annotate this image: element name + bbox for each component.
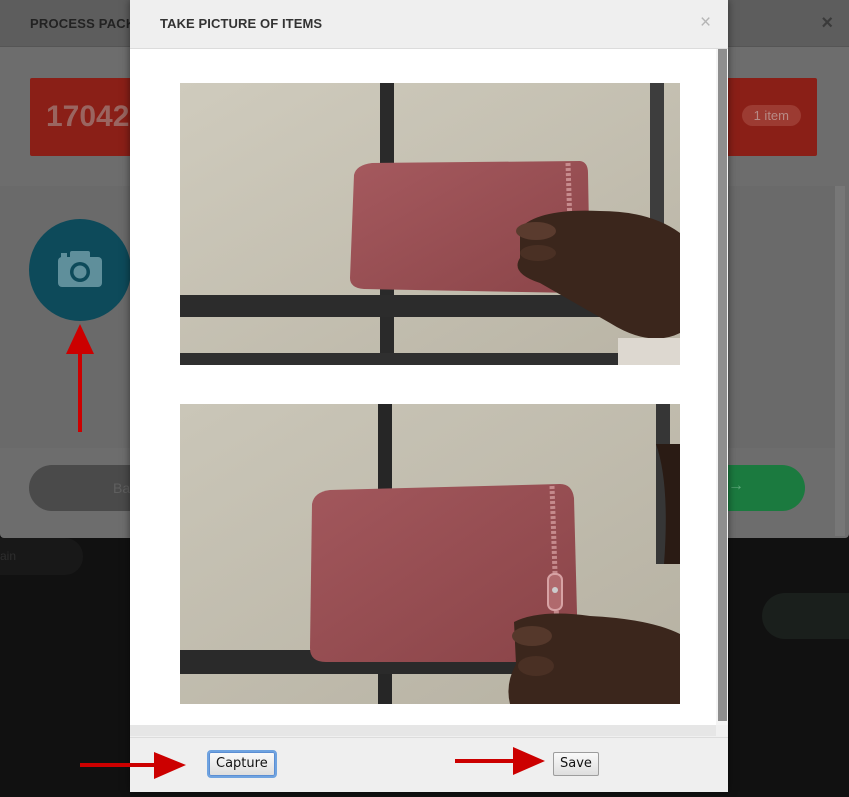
- capture-button[interactable]: Capture: [207, 750, 277, 778]
- side-pill-label: ain: [0, 549, 17, 563]
- background-scrollbar[interactable]: [835, 186, 845, 536]
- arrow-to-capture-button: [80, 752, 186, 779]
- save-button[interactable]: Save: [553, 752, 599, 776]
- side-pill[interactable]: ain: [0, 538, 83, 575]
- camera-button[interactable]: [29, 219, 131, 321]
- scrollbar-thumb[interactable]: [718, 49, 727, 721]
- order-number: 17042: [46, 100, 130, 133]
- dialog-title: TAKE PICTURE OF ITEMS: [160, 16, 323, 31]
- floating-button[interactable]: [762, 593, 849, 639]
- take-picture-dialog: TAKE PICTURE OF ITEMS × Capture Save: [130, 0, 728, 792]
- arrow-to-save-button: [455, 747, 545, 775]
- dialog-footer: Capture Save: [130, 737, 728, 792]
- background-close-icon[interactable]: ×: [821, 12, 833, 35]
- back-button-label: Ba: [113, 480, 131, 496]
- dialog-header: TAKE PICTURE OF ITEMS ×: [130, 0, 728, 49]
- close-icon[interactable]: ×: [700, 12, 711, 34]
- arrow-to-camera-button: [66, 324, 94, 432]
- dialog-vertical-scrollbar[interactable]: [716, 49, 728, 725]
- camera-icon: [58, 251, 102, 287]
- live-camera-preview: [180, 83, 680, 365]
- dialog-horizontal-scrollbar[interactable]: [130, 725, 716, 736]
- captured-photo: [180, 404, 680, 704]
- arrow-right-icon: →: [728, 477, 744, 494]
- background-title: PROCESS PACKA: [30, 16, 146, 31]
- item-count-badge: 1 item: [741, 105, 801, 126]
- dialog-body: [130, 49, 716, 725]
